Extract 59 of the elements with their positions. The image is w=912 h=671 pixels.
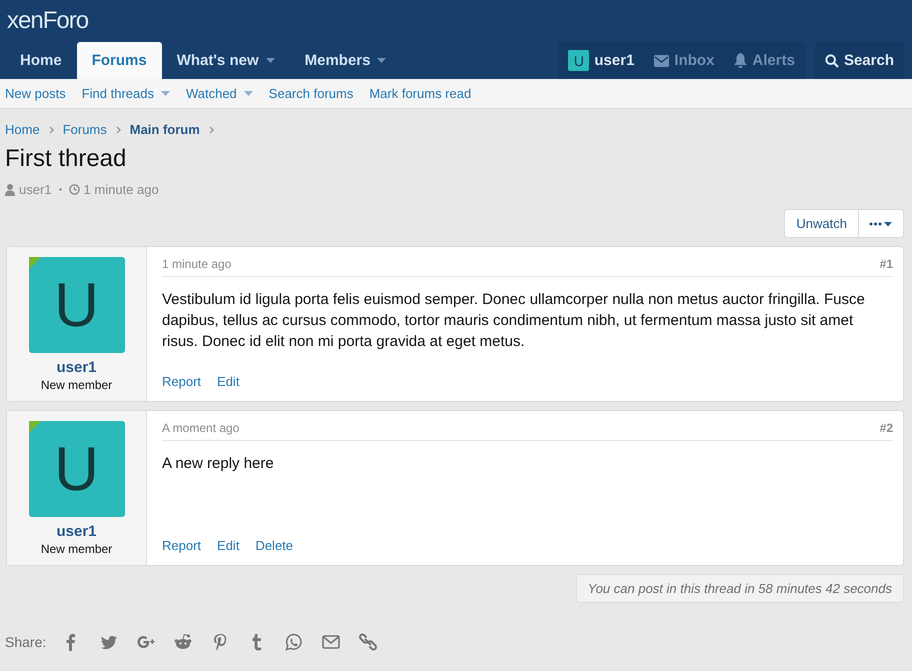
breadcrumb-link[interactable]: Forums bbox=[62, 122, 107, 137]
more-options-button[interactable] bbox=[859, 209, 904, 238]
dot-separator-icon bbox=[58, 188, 62, 191]
bird-icon[interactable] bbox=[100, 633, 118, 651]
post-wait-notice: You can post in this thread in 58 minutes 42 seconds bbox=[576, 574, 904, 603]
post-action-link[interactable]: Edit bbox=[217, 374, 240, 389]
thread-title: First thread bbox=[5, 145, 128, 173]
unwatch-button[interactable]: Unwatch bbox=[784, 209, 859, 238]
post-body: A new reply here bbox=[162, 454, 275, 474]
ellipsis-caret-icon bbox=[869, 220, 893, 226]
inbox-link[interactable]: Inbox bbox=[644, 42, 724, 79]
chevron-icon bbox=[116, 126, 121, 134]
envelope-icon[interactable] bbox=[322, 633, 340, 651]
post-action-link[interactable]: Delete bbox=[255, 538, 294, 553]
nav-tab[interactable]: Home bbox=[5, 42, 77, 79]
user-avatar[interactable]: U bbox=[28, 421, 124, 517]
search-button[interactable]: Search bbox=[814, 42, 904, 79]
search-icon bbox=[824, 54, 839, 68]
google-plus-icon[interactable] bbox=[137, 633, 156, 651]
post-body: Vestibulum id ligula porta felis euismod semper. Donec ullamcorper nulla non metus auctor fringilla. Fusce dapibus, tellus ac cursus commodo, tortor mauris condimentum nibh, ut fermentum massa justo sit amet risus. Donec id elit non mi porta gravida at eget metus. bbox=[162, 290, 866, 352]
subnav-link[interactable]: Watched bbox=[186, 86, 253, 101]
nav-tab[interactable]: Members bbox=[290, 42, 402, 79]
nav-tab[interactable]: Forums bbox=[76, 42, 162, 79]
chevron-icon bbox=[208, 126, 214, 134]
post-number[interactable]: #2 bbox=[880, 421, 893, 435]
account-link[interactable]: U user1 bbox=[558, 42, 644, 79]
thread-time[interactable]: 1 minute ago bbox=[84, 182, 159, 197]
breadcrumb-link[interactable]: Home bbox=[5, 122, 40, 137]
logo[interactable]: xenForo bbox=[7, 7, 88, 35]
post-time[interactable]: 1 minute ago bbox=[162, 257, 232, 271]
chevron-icon bbox=[48, 126, 54, 134]
user-icon bbox=[5, 184, 15, 196]
post-action-link[interactable]: Edit bbox=[217, 538, 240, 553]
post-time[interactable]: A moment ago bbox=[162, 421, 240, 435]
username: user1 bbox=[594, 52, 634, 69]
user-avatar[interactable]: U bbox=[28, 257, 124, 353]
chain-link-icon[interactable] bbox=[359, 633, 378, 651]
bell-icon bbox=[734, 53, 748, 68]
thread-author[interactable]: user1 bbox=[19, 182, 52, 197]
post-username[interactable]: user1 bbox=[56, 523, 97, 540]
post-username[interactable]: user1 bbox=[56, 359, 97, 376]
clock-icon bbox=[68, 184, 80, 195]
user-title: New member bbox=[40, 378, 112, 392]
subnav-link[interactable]: New posts bbox=[5, 86, 66, 101]
user-title: New member bbox=[40, 542, 112, 556]
breadcrumb-link[interactable]: Main forum bbox=[130, 122, 200, 137]
post-action-link[interactable]: Report bbox=[162, 538, 202, 553]
post-number[interactable]: #1 bbox=[880, 257, 893, 271]
post-action-link[interactable]: Report bbox=[162, 374, 202, 389]
avatar: U bbox=[568, 50, 590, 71]
speech-phone-icon[interactable] bbox=[285, 633, 304, 651]
subnav-link[interactable]: Search forums bbox=[268, 86, 354, 101]
nav-tab[interactable]: What's new bbox=[162, 42, 290, 79]
subnav-link[interactable]: Mark forums read bbox=[369, 86, 472, 101]
alien-head-icon[interactable] bbox=[174, 633, 192, 651]
share-label: Share: bbox=[5, 634, 46, 650]
alerts-link[interactable]: Alerts bbox=[724, 42, 805, 79]
subnav-link[interactable]: Find threads bbox=[82, 86, 170, 101]
envelope-icon bbox=[654, 54, 670, 66]
